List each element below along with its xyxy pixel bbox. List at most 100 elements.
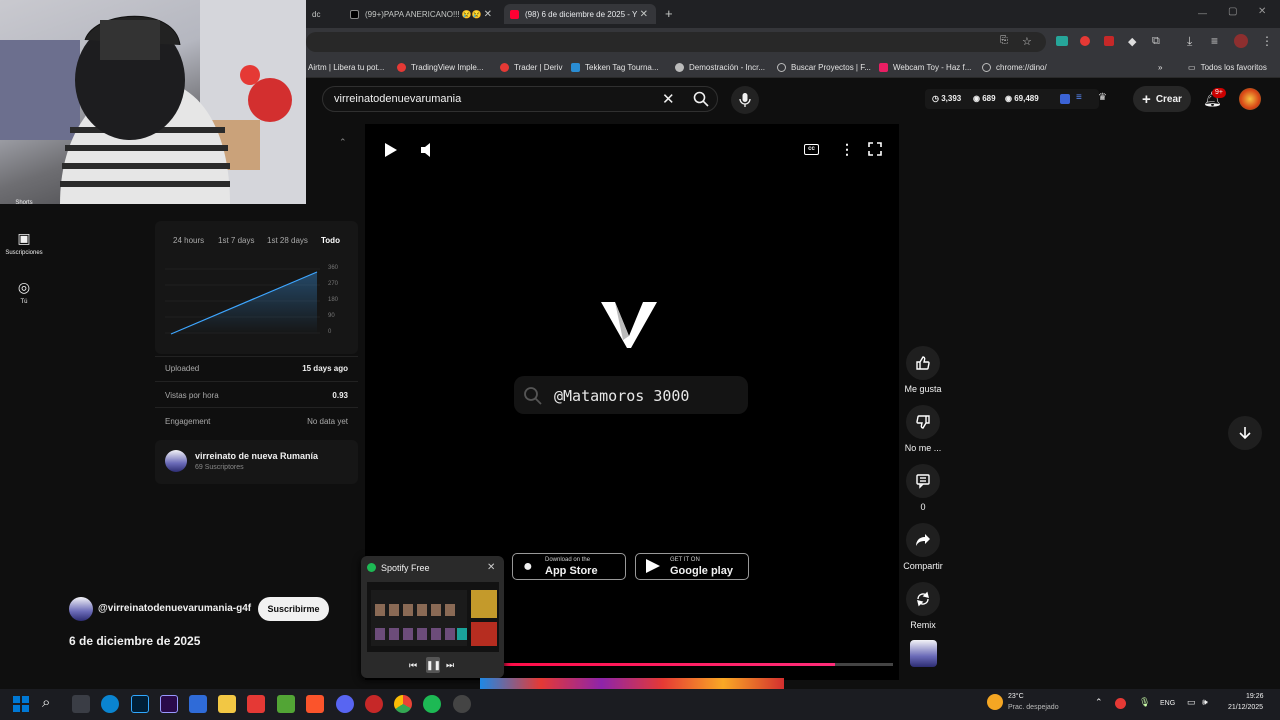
window-close-icon[interactable]: ✕	[1258, 6, 1266, 17]
range-24h[interactable]: 24 hours	[173, 236, 204, 245]
sound-thumbnail[interactable]	[910, 640, 937, 667]
sidebar-item-subscriptions[interactable]: ▣ Suscripciones	[0, 230, 48, 256]
extension-diamond-icon[interactable]: ◆	[1128, 35, 1136, 48]
fullscreen-icon[interactable]	[868, 142, 882, 161]
extension-red-icon[interactable]	[1080, 36, 1090, 46]
language-indicator[interactable]: ENG	[1160, 700, 1175, 707]
install-icon[interactable]: ⎘	[1000, 35, 1008, 46]
clock-date[interactable]: 21/12/2025	[1228, 704, 1263, 711]
close-icon[interactable]: ✕	[487, 562, 495, 573]
dislike-button[interactable]: No me ...	[898, 405, 948, 453]
bookmark-item[interactable]: TradingView Imple...	[397, 60, 483, 74]
file-explorer-icon[interactable]	[218, 695, 236, 713]
brave-icon[interactable]	[306, 695, 324, 713]
volume-tray-icon[interactable]: 🕪︎	[1202, 697, 1208, 708]
overlay-search-text: @Matamoros 3000	[554, 387, 690, 405]
next-track-icon[interactable]: ⏭	[446, 660, 454, 671]
bookmark-item[interactable]: Buscar Proyectos | F...	[777, 60, 871, 74]
clear-search-icon[interactable]: ✕	[662, 90, 675, 108]
previous-track-icon[interactable]: ⏮	[409, 660, 417, 671]
chrome-icon[interactable]	[394, 695, 412, 713]
close-icon[interactable]: ✕	[484, 9, 492, 20]
close-icon[interactable]: ✕	[640, 9, 648, 20]
stat-views-a: ◷ 3,393	[932, 94, 961, 103]
bookmarks-overflow-icon[interactable]: »	[1158, 60, 1162, 74]
like-button[interactable]: Me gusta	[898, 346, 948, 394]
github-icon[interactable]	[453, 695, 471, 713]
y-tick: 360	[328, 265, 339, 271]
create-button[interactable]: + Crear	[1133, 86, 1191, 112]
trophy-icon[interactable]: ♛	[1098, 92, 1107, 103]
bookmark-item[interactable]: Airtm | Libera tu pot...	[308, 60, 384, 74]
all-bookmarks-label: Todos los favoritos	[1200, 62, 1267, 72]
stats-tool-icon[interactable]	[1060, 94, 1070, 104]
all-bookmarks-folder[interactable]: ▭ Todos los favoritos	[1188, 60, 1267, 74]
sidebar-item-you[interactable]: ◎ Tú	[0, 279, 48, 305]
extension-badge-icon[interactable]	[1104, 36, 1114, 46]
next-video-button[interactable]	[1228, 416, 1262, 450]
bookmark-item[interactable]: Trader | Deriv	[500, 60, 562, 74]
spotify-thumbnail	[367, 582, 499, 652]
overlay-search-icon	[523, 386, 543, 411]
tray-app-icon[interactable]	[1115, 698, 1126, 709]
new-tab-button[interactable]: +	[665, 6, 673, 21]
range-28d[interactable]: 1st 28 days	[267, 236, 308, 245]
edge-icon[interactable]	[101, 695, 119, 713]
premiere-icon[interactable]	[160, 695, 178, 713]
download-icon[interactable]: ⤓	[1187, 34, 1192, 49]
tab-tiktok[interactable]: (99+)PAPA ANERICANO!!! 😢😢 ✕	[344, 4, 500, 24]
comments-button[interactable]: 0	[898, 464, 948, 512]
discord-icon[interactable]	[336, 695, 354, 713]
bookmark-item[interactable]: Webcam Toy - Haz f...	[879, 60, 971, 74]
channel-avatar[interactable]	[69, 597, 93, 621]
y-tick: 270	[328, 281, 339, 287]
tab-youtube[interactable]: (98) 6 de diciembre de 2025 - Y ✕	[504, 4, 656, 24]
store-icon[interactable]	[189, 695, 207, 713]
subscribe-button[interactable]: Suscribirme	[258, 597, 329, 621]
spotify-taskbar-icon[interactable]	[423, 695, 441, 713]
sidebar-item-shorts[interactable]: Shorts	[0, 200, 48, 206]
share-button[interactable]: Compartir	[898, 523, 948, 571]
taskbar-search-icon[interactable]: ⌕	[42, 694, 50, 711]
photoshop-icon[interactable]	[131, 695, 149, 713]
tray-chevron-icon[interactable]: ⌃	[1095, 697, 1103, 708]
extensions-puzzle-icon[interactable]: ⧉	[1152, 35, 1160, 48]
app-red-icon[interactable]	[365, 695, 383, 713]
more-options-icon[interactable]: ⋮	[840, 141, 854, 158]
task-view-icon[interactable]	[72, 695, 90, 713]
bookmark-item[interactable]: Demostración - Incr...	[675, 60, 765, 74]
windows-start-icon[interactable]	[13, 696, 29, 717]
minimize-icon[interactable]: —	[1198, 8, 1207, 18]
weather-icon[interactable]	[987, 694, 1003, 710]
volume-icon[interactable]	[420, 142, 434, 163]
network-icon[interactable]: ▭	[1187, 697, 1196, 708]
tab-partial[interactable]: dc	[306, 4, 320, 24]
spotify-title: Spotify Free	[381, 563, 430, 573]
filter-icon[interactable]: ≡	[1076, 92, 1082, 103]
microphone-icon[interactable]	[731, 86, 759, 114]
minecraft-icon[interactable]	[277, 695, 295, 713]
kebab-menu-icon[interactable]: ⋮	[1261, 34, 1273, 48]
clock-time[interactable]: 19:26	[1246, 693, 1264, 700]
bookmark-item[interactable]: chrome://dino/	[982, 60, 1047, 74]
range-7d[interactable]: 1st 7 days	[218, 236, 254, 245]
deriv-app-icon[interactable]	[247, 695, 265, 713]
range-all[interactable]: Todo	[321, 236, 340, 245]
captions-icon[interactable]: cc	[804, 144, 819, 155]
profile-avatar[interactable]	[1234, 34, 1248, 48]
play-icon[interactable]	[384, 142, 398, 163]
pause-icon[interactable]: ❚❚	[426, 657, 441, 673]
search-input[interactable]: virreinatodenuevarumania	[334, 93, 461, 105]
tray-mic-icon[interactable]: 🎙︎	[1139, 697, 1150, 708]
remix-button[interactable]: Remix	[898, 582, 948, 630]
collapse-chevron-icon[interactable]: ⌃	[339, 137, 347, 148]
account-avatar[interactable]	[1239, 88, 1261, 110]
search-icon[interactable]	[692, 90, 710, 108]
bookmark-star-icon[interactable]: ☆	[1022, 35, 1032, 48]
bookmark-item[interactable]: Tekken Tag Tourna...	[571, 60, 659, 74]
extension-tradingview-icon[interactable]	[1056, 36, 1068, 46]
channel-handle[interactable]: @virreinatodenuevarumania-g4f	[98, 603, 251, 614]
omnibox[interactable]	[306, 32, 1046, 52]
media-control-icon[interactable]: ≡	[1211, 34, 1218, 48]
maximize-icon[interactable]: ▢	[1228, 6, 1237, 17]
